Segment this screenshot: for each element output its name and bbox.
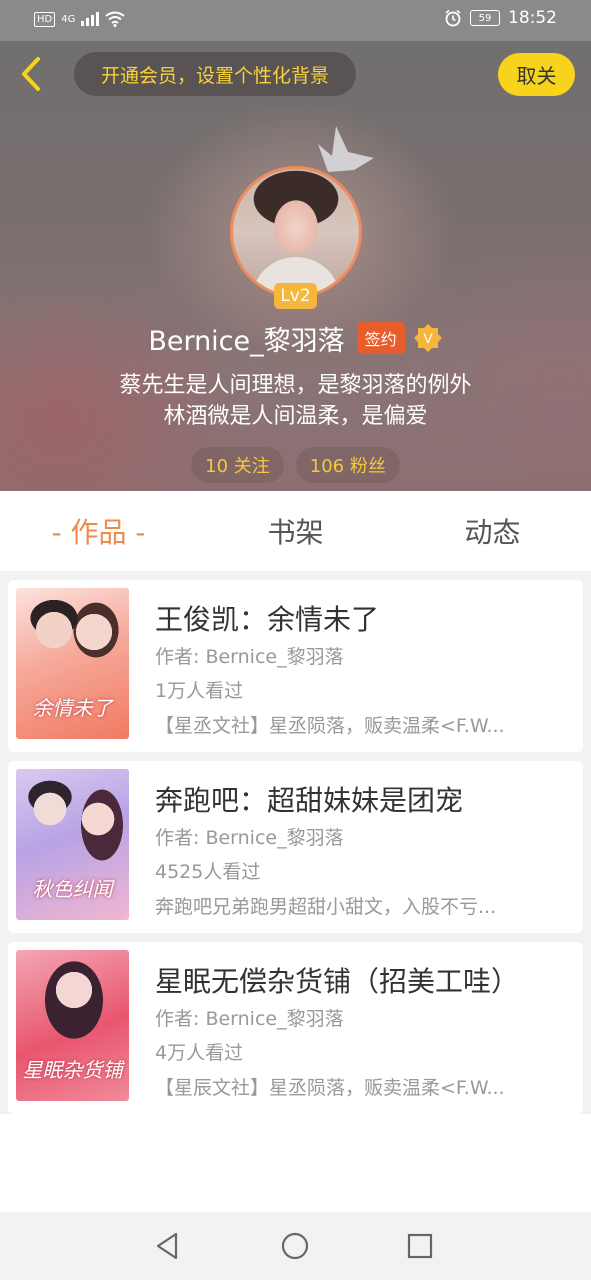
status-left: HD 4G bbox=[34, 11, 125, 27]
book-title[interactable]: 王俊凯：余情未了 bbox=[155, 602, 570, 638]
level-badge: Lv2 bbox=[274, 283, 317, 309]
avatar[interactable] bbox=[230, 166, 362, 298]
profile-header: HD 4G 59 18:52 开通会员，设置个性化背景 取关 Lv2 Berni… bbox=[0, 0, 591, 491]
signed-badge: 签约 bbox=[356, 322, 405, 354]
network-label: 4G bbox=[61, 13, 76, 25]
cover-title: 星眠杂货铺 bbox=[22, 1058, 123, 1082]
crown-icon bbox=[318, 126, 374, 172]
book-cover[interactable]: 余情未了 bbox=[16, 588, 129, 739]
back-arrow-icon[interactable] bbox=[14, 54, 50, 94]
book-list: 余情未了 王俊凯：余情未了 作者: Bernice_黎羽落 1万人看过 【星丞文… bbox=[8, 580, 583, 1123]
cover-title: 秋色纠闻 bbox=[32, 877, 113, 901]
stats-row: 10 关注 106 粉丝 bbox=[0, 447, 591, 483]
bio-line-1: 蔡先生是人间理想，是黎羽落的例外 bbox=[119, 373, 472, 398]
battery-icon: 59 bbox=[470, 10, 500, 26]
cover-title: 余情未了 bbox=[32, 696, 113, 720]
book-title[interactable]: 奔跑吧：超甜妹妹是团宠 bbox=[155, 783, 570, 819]
list-footer-space bbox=[0, 1114, 591, 1212]
book-author: 作者: Bernice_黎羽落 bbox=[155, 1008, 344, 1030]
book-description: 【星丞文社】星丞陨落，贩卖温柔<F.W... bbox=[155, 715, 505, 737]
following-count[interactable]: 10 关注 bbox=[191, 447, 284, 483]
book-cover[interactable]: 秋色纠闻 bbox=[16, 769, 129, 920]
book-item[interactable]: 星眠杂货铺 星眠无偿杂货铺（招美工哇） 作者: Bernice_黎羽落 4万人看… bbox=[8, 942, 583, 1114]
book-views: 1万人看过 bbox=[155, 680, 244, 702]
unfollow-button[interactable]: 取关 bbox=[498, 53, 575, 96]
bio: 蔡先生是人间理想，是黎羽落的例外 林酒微是人间温柔，是偏爱 bbox=[0, 370, 591, 432]
book-description: 【星辰文社】星丞陨落，贩卖温柔<F.W... bbox=[155, 1077, 505, 1099]
nav-home-icon[interactable] bbox=[279, 1230, 311, 1262]
tab-bookshelf[interactable]: 书架 bbox=[197, 511, 394, 551]
tab-works[interactable]: - 作品 - bbox=[0, 511, 197, 551]
book-cover[interactable]: 星眠杂货铺 bbox=[16, 950, 129, 1101]
book-description: 奔跑吧兄弟跑男超甜小甜文，入股不亏... bbox=[155, 896, 497, 918]
vip-background-button[interactable]: 开通会员，设置个性化背景 bbox=[74, 52, 356, 96]
book-info: 奔跑吧：超甜妹妹是团宠 作者: Bernice_黎羽落 4525人看过 奔跑吧兄… bbox=[155, 783, 570, 920]
wifi-icon bbox=[105, 11, 125, 27]
username: Bernice_黎羽落 bbox=[148, 325, 345, 357]
book-item[interactable]: 秋色纠闻 奔跑吧：超甜妹妹是团宠 作者: Bernice_黎羽落 4525人看过… bbox=[8, 761, 583, 933]
hd-icon: HD bbox=[34, 11, 56, 27]
tab-activity[interactable]: 动态 bbox=[394, 511, 591, 551]
bio-line-2: 林酒微是人间温柔，是偏爱 bbox=[163, 404, 428, 429]
book-views: 4万人看过 bbox=[155, 1042, 244, 1064]
verified-label: V bbox=[423, 330, 433, 346]
book-views: 4525人看过 bbox=[155, 861, 261, 883]
name-row: Bernice_黎羽落 签约 V bbox=[0, 318, 591, 358]
nav-recents-icon[interactable] bbox=[404, 1230, 436, 1262]
followers-count[interactable]: 106 粉丝 bbox=[295, 447, 400, 483]
book-info: 星眠无偿杂货铺（招美工哇） 作者: Bernice_黎羽落 4万人看过 【星辰文… bbox=[155, 964, 570, 1101]
status-right: 59 18:52 bbox=[444, 8, 557, 28]
book-author: 作者: Bernice_黎羽落 bbox=[155, 646, 344, 668]
verified-icon: V bbox=[413, 324, 442, 352]
book-info: 王俊凯：余情未了 作者: Bernice_黎羽落 1万人看过 【星丞文社】星丞陨… bbox=[155, 602, 570, 739]
profile-tabs: - 作品 - 书架 动态 bbox=[0, 491, 591, 571]
book-author: 作者: Bernice_黎羽落 bbox=[155, 827, 344, 849]
book-title[interactable]: 星眠无偿杂货铺（招美工哇） bbox=[155, 964, 570, 1000]
alarm-icon bbox=[445, 9, 461, 27]
nav-back-icon[interactable] bbox=[152, 1230, 184, 1262]
clock: 18:52 bbox=[508, 8, 557, 28]
signal-icon bbox=[81, 12, 100, 26]
battery-level: 59 bbox=[478, 12, 492, 24]
system-nav-bar bbox=[0, 1212, 591, 1280]
book-item[interactable]: 余情未了 王俊凯：余情未了 作者: Bernice_黎羽落 1万人看过 【星丞文… bbox=[8, 580, 583, 752]
status-bar: HD 4G 59 18:52 bbox=[0, 0, 591, 41]
